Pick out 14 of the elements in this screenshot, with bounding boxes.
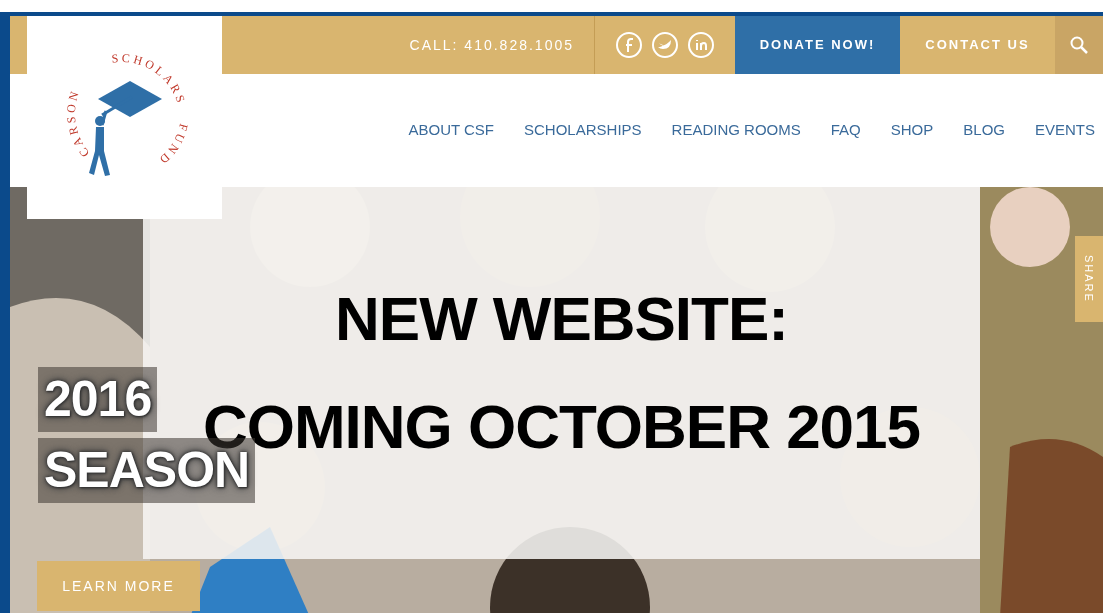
- donate-button[interactable]: DONATE NOW!: [735, 16, 900, 74]
- nav-link[interactable]: EVENTS: [1035, 119, 1095, 142]
- nav-link[interactable]: READING ROOMS: [671, 119, 801, 142]
- nav-link[interactable]: BLOG: [963, 119, 1005, 142]
- nav-link[interactable]: SCHOLARSHIPS: [524, 119, 642, 142]
- search-button[interactable]: [1055, 16, 1103, 74]
- social-icon[interactable]: [687, 31, 715, 59]
- nav-link[interactable]: FAQ: [830, 119, 861, 142]
- social-icon[interactable]: [615, 31, 643, 59]
- search-icon: [1070, 36, 1088, 54]
- announcement-text: NEW WEBSITE:: [335, 282, 788, 355]
- nav-link[interactable]: SHOP: [890, 119, 934, 142]
- nav-link[interactable]: ABOUT CSF: [408, 119, 495, 142]
- social-icon[interactable]: [651, 31, 679, 59]
